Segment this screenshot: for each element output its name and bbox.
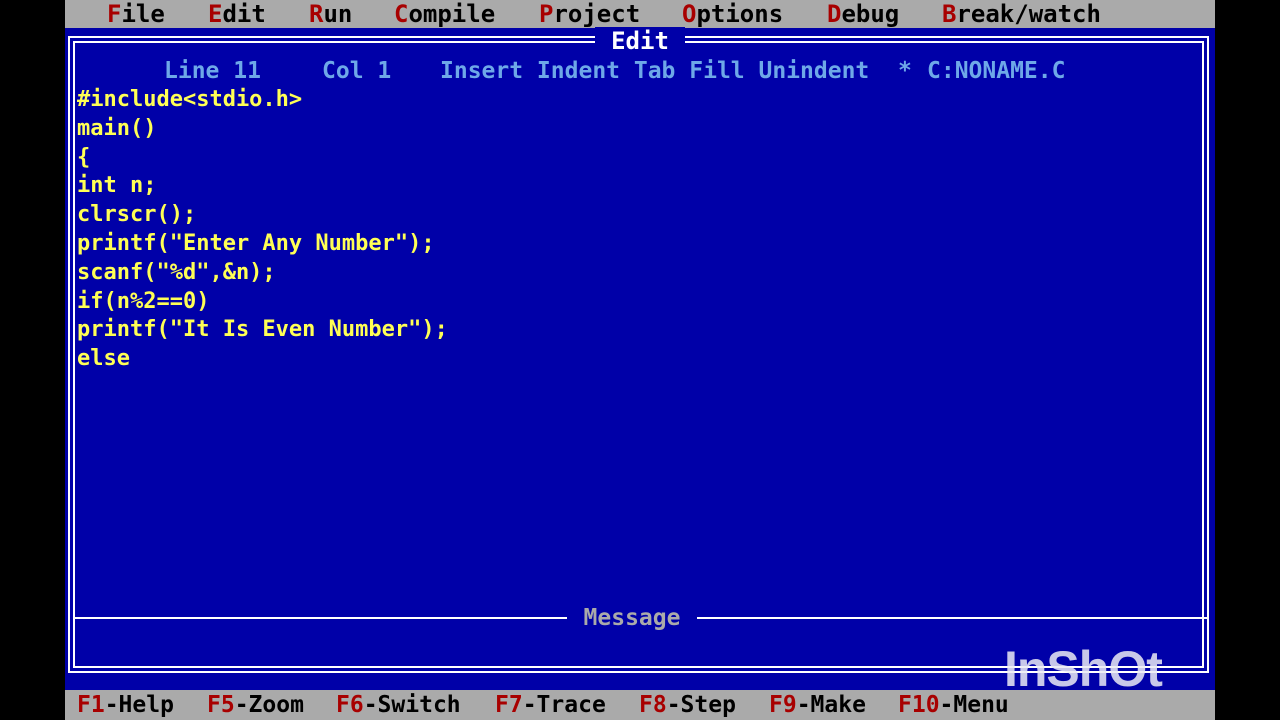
menu-options[interactable]: Options bbox=[682, 0, 783, 28]
menu-break-watch[interactable]: Break/watch bbox=[942, 0, 1101, 28]
menu-compile[interactable]: Compile bbox=[394, 0, 495, 28]
turbo-c-screen: File Edit Run Compile Project Options De… bbox=[65, 0, 1215, 720]
code-line[interactable]: if(n%2==0) bbox=[77, 288, 448, 317]
code-line[interactable]: printf("It Is Even Number"); bbox=[77, 316, 448, 345]
code-line[interactable]: else bbox=[77, 345, 448, 374]
col-indicator: Col 1 bbox=[322, 58, 392, 84]
code-line[interactable]: #include<stdio.h> bbox=[77, 86, 448, 115]
menu-file[interactable]: File bbox=[107, 0, 165, 28]
menu-bar: File Edit Run Compile Project Options De… bbox=[65, 0, 1215, 28]
menu-run[interactable]: Run bbox=[309, 0, 352, 28]
code-line[interactable]: main() bbox=[77, 115, 448, 144]
code-line[interactable]: int n; bbox=[77, 172, 448, 201]
fkey-step[interactable]: F8-Step bbox=[639, 690, 736, 720]
code-editor[interactable]: #include<stdio.h> main() { int n; clrscr… bbox=[77, 86, 448, 374]
code-line[interactable]: printf("Enter Any Number"); bbox=[77, 230, 448, 259]
message-panel-title: Message bbox=[567, 604, 697, 632]
edit-window-title: Edit bbox=[595, 27, 685, 55]
menu-project[interactable]: Project bbox=[539, 0, 640, 28]
editor-status-line: Line 11 Col 1 Insert Indent Tab Fill Uni… bbox=[65, 57, 1215, 85]
filename: C:NONAME.C bbox=[927, 58, 1066, 84]
line-indicator: Line 11 bbox=[164, 58, 261, 84]
code-line[interactable]: scanf("%d",&n); bbox=[77, 259, 448, 288]
fkey-menu[interactable]: F10-Menu bbox=[898, 690, 1009, 720]
modified-marker: * bbox=[898, 58, 912, 84]
fkey-zoom[interactable]: F5-Zoom bbox=[207, 690, 304, 720]
fkey-make[interactable]: F9-Make bbox=[769, 690, 866, 720]
code-line[interactable]: { bbox=[77, 144, 448, 173]
menu-edit[interactable]: Edit bbox=[208, 0, 266, 28]
code-line[interactable]: clrscr(); bbox=[77, 201, 448, 230]
fkey-help[interactable]: F1-Help bbox=[77, 690, 174, 720]
fkey-switch[interactable]: F6-Switch bbox=[336, 690, 461, 720]
fkey-trace[interactable]: F7-Trace bbox=[495, 690, 606, 720]
inshot-watermark: InShOt bbox=[1004, 641, 1163, 697]
editor-modes: Insert Indent Tab Fill Unindent bbox=[440, 58, 870, 84]
menu-debug[interactable]: Debug bbox=[827, 0, 899, 28]
